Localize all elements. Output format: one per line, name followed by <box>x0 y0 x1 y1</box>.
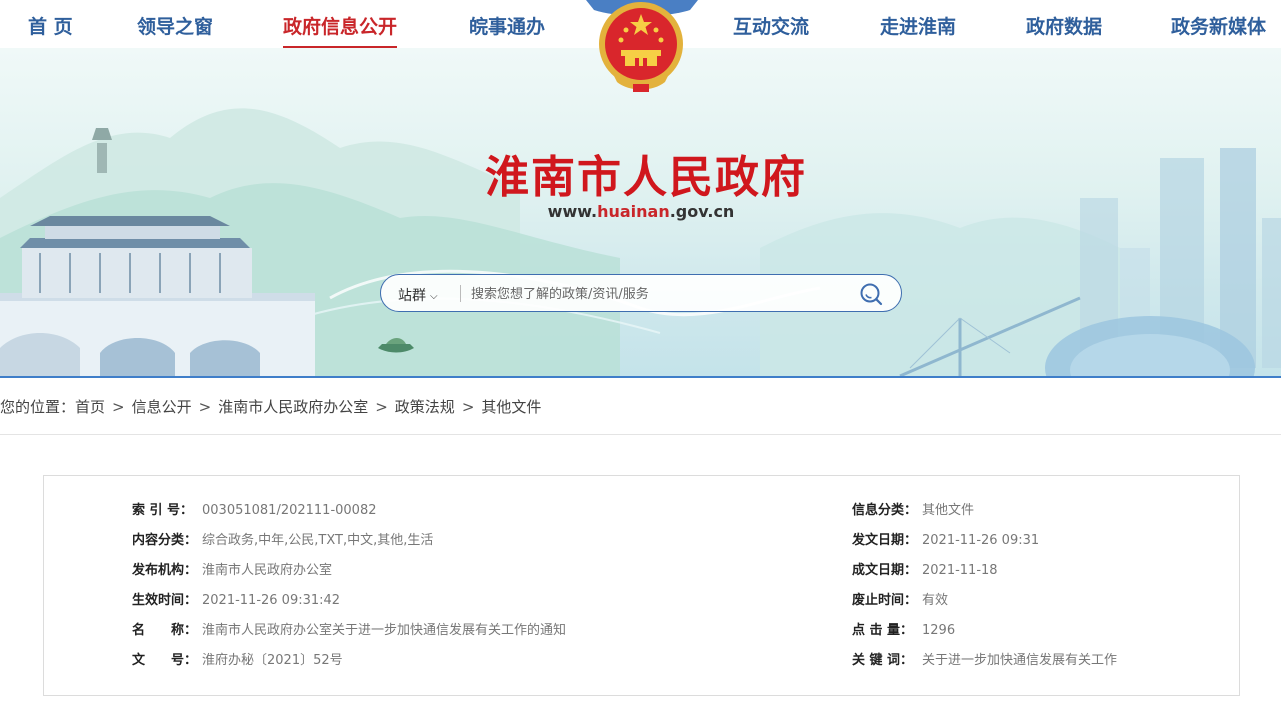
info-row-issue-date: 发文日期： 2021-11-26 09:31 <box>852 531 1039 551</box>
info-row-content-category: 内容分类： 综合政务,中年,公民,TXT,中文,其他,生活 <box>132 531 433 551</box>
search-box: 站群 ⌵ <box>380 274 902 312</box>
nav-item-services[interactable]: 皖事通办 <box>469 12 545 48</box>
breadcrumb-divider <box>0 434 1281 435</box>
breadcrumb: 您的位置：首页 > 信息公开 > 淮南市人民政府办公室 > 政策法规 > 其他文件 <box>0 396 541 418</box>
info-label: 名 称： <box>132 623 198 638</box>
breadcrumb-item-other-files[interactable]: 其他文件 <box>481 398 541 416</box>
chevron-down-icon: ⌵ <box>430 291 438 302</box>
info-value: 淮南市人民政府办公室 <box>202 563 333 578</box>
info-label: 内容分类： <box>132 533 198 548</box>
info-row-keywords: 关 键 词： 关于进一步加快通信发展有关工作 <box>852 651 1117 671</box>
search-icon[interactable] <box>859 282 883 306</box>
nav-item-interaction[interactable]: 互动交流 <box>733 12 809 48</box>
info-label: 信息分类： <box>852 503 918 518</box>
nav-item-leaders[interactable]: 领导之窗 <box>137 12 213 48</box>
info-row-document-number: 文 号： 淮府办秘〔2021〕52号 <box>132 651 343 671</box>
info-value: 2021-11-18 <box>922 563 998 578</box>
info-value: 其他文件 <box>922 503 975 518</box>
breadcrumb-separator: > <box>375 398 388 416</box>
nav-item-home[interactable]: 首 页 <box>28 12 73 48</box>
info-value: 003051081/202111-00082 <box>202 503 377 518</box>
site-url: www.huainan.gov.cn <box>547 202 735 221</box>
breadcrumb-separator: > <box>112 398 125 416</box>
info-label: 索 引 号： <box>132 503 194 518</box>
info-label: 生效时间： <box>132 593 198 608</box>
nav-item-about-city[interactable]: 走进淮南 <box>880 12 956 48</box>
nav-item-info-disclosure[interactable]: 政府信息公开 <box>283 12 398 48</box>
info-row-title: 名 称： 淮南市人民政府办公室关于进一步加快通信发展有关工作的通知 <box>132 621 566 641</box>
breadcrumb-separator: > <box>461 398 475 416</box>
info-value: 2021-11-26 09:31:42 <box>202 593 341 608</box>
national-emblem-icon <box>599 2 683 92</box>
info-value: 淮南市人民政府办公室关于进一步加快通信发展有关工作的通知 <box>202 623 567 638</box>
site-title: 淮南市人民政府 <box>485 152 807 203</box>
header-banner: 淮南市人民政府 www.huainan.gov.cn 站群 ⌵ <box>0 48 1281 376</box>
breadcrumb-prefix: 您的位置： <box>0 398 76 416</box>
breadcrumb-item-office[interactable]: 淮南市人民政府办公室 <box>218 398 368 416</box>
breadcrumb-separator: > <box>198 398 212 416</box>
info-row-effective-time: 生效时间： 2021-11-26 09:31:42 <box>132 591 340 611</box>
info-row-info-category: 信息分类： 其他文件 <box>852 501 974 521</box>
search-scope-label: 站群 <box>398 288 426 304</box>
info-row-written-date: 成文日期： 2021-11-18 <box>852 561 998 581</box>
info-label: 废止时间： <box>852 593 918 608</box>
breadcrumb-item-info[interactable]: 信息公开 <box>132 398 192 416</box>
info-row-click-count: 点 击 量： 1296 <box>852 621 955 641</box>
info-value: 淮府办秘〔2021〕52号 <box>202 653 343 668</box>
info-label: 发布机构： <box>132 563 198 578</box>
info-value: 1296 <box>922 623 956 638</box>
banner-bottom-line <box>0 376 1281 378</box>
info-row-index-number: 索 引 号： 003051081/202111-00082 <box>132 501 377 521</box>
info-value: 综合政务,中年,公民,TXT,中文,其他,生活 <box>202 533 434 548</box>
info-label: 文 号： <box>132 653 198 668</box>
info-value: 2021-11-26 09:31 <box>922 533 1040 548</box>
search-input[interactable] <box>469 281 843 307</box>
search-scope-dropdown[interactable]: 站群 ⌵ <box>398 285 438 305</box>
document-info-table: 索 引 号： 003051081/202111-00082 内容分类： 综合政务,中… <box>43 475 1240 696</box>
nav-item-new-media[interactable]: 政务新媒体 <box>1171 12 1266 48</box>
info-value: 关于进一步加快通信发展有关工作 <box>922 653 1118 668</box>
info-label: 点 击 量： <box>852 623 914 638</box>
info-label: 发文日期： <box>852 533 918 548</box>
info-label: 成文日期： <box>852 563 918 578</box>
search-divider <box>460 285 461 302</box>
info-row-publisher: 发布机构： 淮南市人民政府办公室 <box>132 561 332 581</box>
breadcrumb-item-policy[interactable]: 政策法规 <box>395 398 455 416</box>
info-row-repeal-time: 废止时间： 有效 <box>852 591 948 611</box>
breadcrumb-item-home[interactable]: 首页 <box>75 398 105 416</box>
info-label: 关 键 词： <box>852 653 914 668</box>
info-value: 有效 <box>922 593 949 608</box>
nav-item-gov-data[interactable]: 政府数据 <box>1026 12 1102 48</box>
